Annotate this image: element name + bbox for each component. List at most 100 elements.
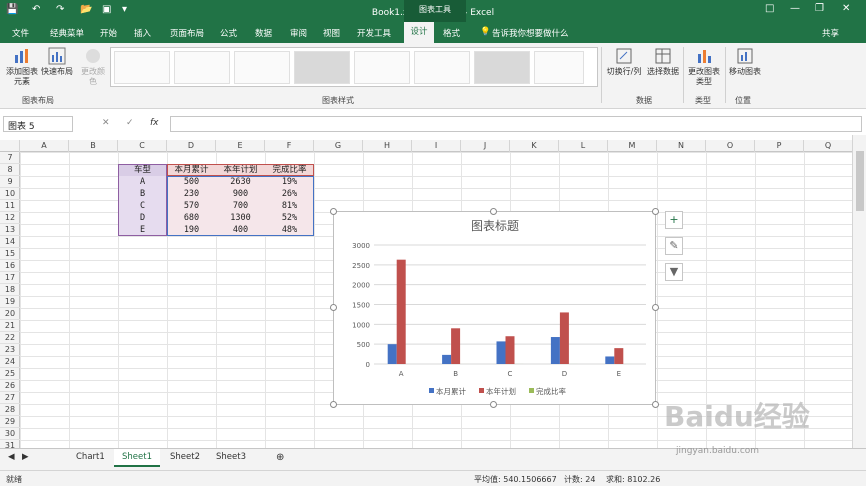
resize-handle[interactable] [330, 401, 337, 408]
tab-view[interactable]: 视图 [323, 27, 340, 39]
tab-page-layout[interactable]: 页面布局 [170, 27, 204, 39]
chart-styles-brush-icon[interactable]: ✎ [665, 237, 683, 255]
insert-function-button[interactable]: fx [150, 118, 159, 128]
resize-handle[interactable] [652, 401, 659, 408]
column-header-e[interactable]: E [216, 140, 265, 152]
tab-review[interactable]: 审阅 [290, 27, 307, 39]
row-header-13[interactable]: 13 [0, 224, 20, 236]
switch-row-column-button[interactable]: 切换行/列 [604, 47, 644, 77]
row-header-7[interactable]: 7 [0, 152, 20, 164]
column-header-c[interactable]: C [118, 140, 167, 152]
chart-style-thumb[interactable] [354, 51, 410, 84]
sheet-tab-chart1[interactable]: Chart1 [76, 452, 105, 462]
minimize-icon[interactable]: — [790, 3, 800, 14]
column-header-b[interactable]: B [69, 140, 118, 152]
resize-handle[interactable] [490, 208, 497, 215]
vertical-scrollbar[interactable] [852, 135, 866, 448]
tell-me-search[interactable]: 告诉我你想要做什么 [492, 27, 569, 39]
row-header-14[interactable]: 14 [0, 236, 20, 248]
column-header-j[interactable]: J [461, 140, 510, 152]
chart-style-thumb[interactable] [414, 51, 470, 84]
name-box[interactable]: 图表 5 [3, 116, 73, 132]
column-header-a[interactable]: A [20, 140, 69, 152]
row-header-28[interactable]: 28 [0, 404, 20, 416]
enter-icon[interactable]: ✓ [126, 118, 134, 128]
resize-handle[interactable] [330, 304, 337, 311]
row-header-22[interactable]: 22 [0, 332, 20, 344]
tab-developer[interactable]: 开发工具 [357, 27, 391, 39]
scroll-thumb[interactable] [856, 151, 864, 211]
column-header-l[interactable]: L [559, 140, 608, 152]
row-header-15[interactable]: 15 [0, 248, 20, 260]
column-header-p[interactable]: P [755, 140, 804, 152]
column-header-h[interactable]: H [363, 140, 412, 152]
formula-input[interactable] [170, 116, 862, 132]
cancel-icon[interactable]: ✕ [102, 118, 110, 128]
tab-format[interactable]: 格式 [443, 27, 460, 39]
tab-file[interactable]: 文件 [12, 27, 29, 39]
chart-style-thumb[interactable] [174, 51, 230, 84]
tab-home[interactable]: 开始 [100, 27, 117, 39]
column-header-o[interactable]: O [706, 140, 755, 152]
column-header-q[interactable]: Q [804, 140, 852, 152]
row-header-9[interactable]: 9 [0, 176, 20, 188]
tab-insert[interactable]: 插入 [134, 27, 151, 39]
close-icon[interactable]: ✕ [842, 3, 850, 14]
change-chart-type-button[interactable]: 更改图表类型 [686, 47, 722, 87]
row-header-16[interactable]: 16 [0, 260, 20, 272]
tab-data[interactable]: 数据 [255, 27, 272, 39]
chart-style-thumb[interactable] [234, 51, 290, 84]
chart-style-thumb[interactable] [534, 51, 584, 84]
column-header-k[interactable]: K [510, 140, 559, 152]
row-header-21[interactable]: 21 [0, 320, 20, 332]
add-sheet-icon[interactable]: ⊕ [276, 452, 284, 463]
sheet-nav-next-icon[interactable]: ▶ [22, 452, 29, 462]
row-header-8[interactable]: 8 [0, 164, 20, 176]
select-data-button[interactable]: 选择数据 [646, 47, 680, 77]
row-header-29[interactable]: 29 [0, 416, 20, 428]
resize-handle[interactable] [652, 304, 659, 311]
add-chart-element-button[interactable]: 添加图表元素 [4, 47, 40, 87]
row-header-11[interactable]: 11 [0, 200, 20, 212]
row-header-23[interactable]: 23 [0, 344, 20, 356]
sheet-tab-sheet3[interactable]: Sheet3 [216, 452, 246, 462]
row-header-10[interactable]: 10 [0, 188, 20, 200]
column-header-n[interactable]: N [657, 140, 706, 152]
row-header-26[interactable]: 26 [0, 380, 20, 392]
chart-style-thumb[interactable] [294, 51, 350, 84]
row-header-31[interactable]: 31 [0, 440, 20, 448]
tab-formulas[interactable]: 公式 [220, 27, 237, 39]
chart-styles-gallery[interactable] [110, 47, 598, 87]
move-chart-button[interactable]: 移动图表 [728, 47, 762, 77]
row-header-25[interactable]: 25 [0, 368, 20, 380]
row-header-30[interactable]: 30 [0, 428, 20, 440]
row-header-17[interactable]: 17 [0, 272, 20, 284]
tab-design[interactable]: 设计 [404, 22, 434, 43]
column-header-i[interactable]: I [412, 140, 461, 152]
column-header-g[interactable]: G [314, 140, 363, 152]
resize-handle[interactable] [330, 208, 337, 215]
sheet-tab-sheet1[interactable]: Sheet1 [114, 449, 160, 467]
row-header-12[interactable]: 12 [0, 212, 20, 224]
column-header-m[interactable]: M [608, 140, 657, 152]
quick-layout-button[interactable]: 快速布局 [40, 47, 74, 77]
chart-style-thumb[interactable] [114, 51, 170, 84]
resize-handle[interactable] [652, 208, 659, 215]
tab-classic-menu[interactable]: 经典菜单 [50, 27, 84, 39]
sheet-nav-prev-icon[interactable]: ◀ [8, 452, 15, 462]
chart-style-thumb[interactable] [474, 51, 530, 84]
chart-elements-plus-icon[interactable]: + [665, 211, 683, 229]
row-header-27[interactable]: 27 [0, 392, 20, 404]
row-header-24[interactable]: 24 [0, 356, 20, 368]
row-header-20[interactable]: 20 [0, 308, 20, 320]
sheet-tab-sheet2[interactable]: Sheet2 [170, 452, 200, 462]
chart-object[interactable]: 图表标题 0 500 1000 1500 2000 2500 3000 A B C D E 本月累计 本年计… [333, 211, 656, 405]
restore-icon[interactable]: ❐ [815, 3, 824, 14]
chart-filter-icon[interactable]: ▼ [665, 263, 683, 281]
select-all-corner[interactable] [0, 140, 20, 152]
change-colors-button[interactable]: 更改颜色 [78, 47, 108, 87]
ribbon-display-icon[interactable]: □ [765, 3, 774, 14]
row-header-19[interactable]: 19 [0, 296, 20, 308]
resize-handle[interactable] [490, 401, 497, 408]
row-header-18[interactable]: 18 [0, 284, 20, 296]
